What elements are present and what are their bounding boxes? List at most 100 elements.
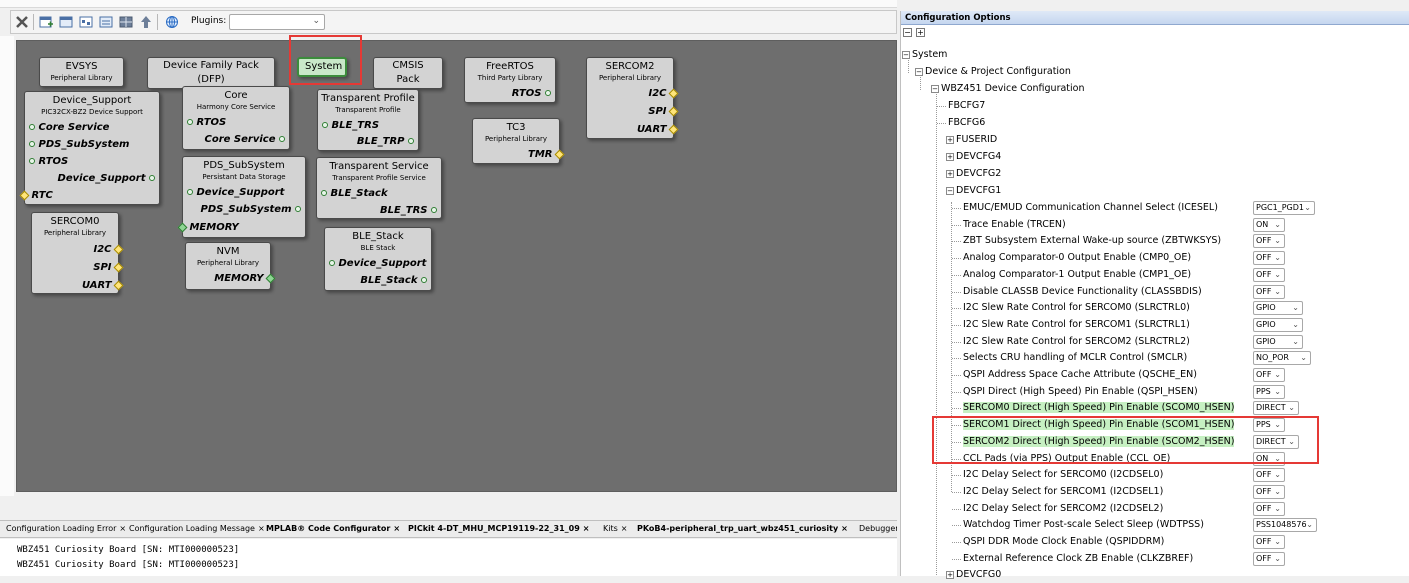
tab-debugger[interactable]: Debugger <box>859 524 897 533</box>
config-option-select[interactable]: DIRECT ⌄ <box>1253 401 1299 416</box>
collapse-icon[interactable]: − <box>915 67 923 76</box>
graph-icon[interactable] <box>77 13 95 31</box>
tree-node-fbcfg6[interactable]: FBCFG6 <box>948 115 985 131</box>
port-tmr[interactable]: TMR <box>528 149 565 161</box>
config-option-select[interactable]: OFF ⌄ <box>1253 251 1285 266</box>
port-uart[interactable]: UART <box>82 280 124 292</box>
node-freertos[interactable]: FreeRTOS Third Party Library RTOS <box>464 57 556 103</box>
port-spi[interactable]: SPI <box>93 262 124 274</box>
node-dfp[interactable]: Device Family Pack (DFP) <box>147 57 275 89</box>
config-option-select[interactable]: OFF ⌄ <box>1253 284 1285 299</box>
tree-node-devcfg4[interactable]: + DEVCFG4 <box>946 149 1001 165</box>
tab-configuration-loading-error[interactable]: Configuration Loading Error × <box>6 524 126 533</box>
port-pds-subsystem[interactable]: PDS_SubSystem <box>29 139 129 151</box>
tree-node-devcfg1[interactable]: − DEVCFG1 <box>946 183 1001 199</box>
tab-pickit4[interactable]: PICkit 4-DT_MHU_MCP19119-22_31_09 × <box>408 524 589 533</box>
port-ble-stack[interactable]: BLE_Stack <box>360 275 427 287</box>
node-nvm[interactable]: NVM Peripheral Library MEMORY <box>185 242 276 290</box>
grid-icon[interactable] <box>117 13 135 31</box>
port-ble-stack[interactable]: BLE_Stack <box>321 188 388 200</box>
port-ble-trp[interactable]: BLE_TRP <box>357 136 414 148</box>
tab-mplab-code-configurator[interactable]: MPLAB® Code Configurator × <box>266 524 400 533</box>
tree-node-wbz451[interactable]: − WBZ451 Device Configuration <box>931 81 1085 97</box>
close-icon[interactable] <box>13 13 31 31</box>
expand-icon[interactable]: + <box>946 152 954 161</box>
tab-pkob4[interactable]: PKoB4-peripheral_trp_uart_wbz451_curiosi… <box>637 524 848 533</box>
close-icon[interactable]: × <box>393 524 400 533</box>
tab-kits[interactable]: Kits × <box>603 524 627 533</box>
config-option-select[interactable]: OFF ⌄ <box>1253 368 1285 382</box>
up-arrow-icon[interactable] <box>137 13 155 31</box>
port-ble-trs[interactable]: BLE_TRS <box>322 120 379 132</box>
globe-icon[interactable] <box>163 13 181 31</box>
port-i2c[interactable]: I2C <box>648 88 679 100</box>
config-option-select[interactable]: OFF ⌄ <box>1253 535 1285 549</box>
config-option-select[interactable]: OFF ⌄ <box>1253 484 1285 499</box>
node-transparent-service[interactable]: Transparent Service Transparent Profile … <box>316 157 442 219</box>
port-device-support[interactable]: Device_Support <box>329 258 426 270</box>
collapse-icon[interactable]: − <box>946 186 954 195</box>
config-option-select[interactable]: OFF ⌄ <box>1253 551 1285 566</box>
tree-node-fuserid[interactable]: + FUSERID <box>946 132 997 148</box>
node-device-support[interactable]: Device_Support PIC32CX-BZ2 Device Suppor… <box>19 91 160 205</box>
node-transparent-profile[interactable]: Transparent Profile Transparent Profile … <box>317 89 419 151</box>
close-icon[interactable]: × <box>119 524 126 533</box>
tree-node-fbcfg7[interactable]: FBCFG7 <box>948 98 985 114</box>
node-tc3[interactable]: TC3 Peripheral Library TMR <box>472 118 565 164</box>
close-icon[interactable]: × <box>258 524 265 533</box>
config-option-select[interactable]: ON ⌄ <box>1253 217 1285 232</box>
component-icon[interactable] <box>57 13 75 31</box>
port-uart[interactable]: UART <box>637 124 679 136</box>
config-option-select[interactable]: OFF ⌄ <box>1253 501 1285 516</box>
config-option-select[interactable]: OFF ⌄ <box>1253 267 1285 282</box>
close-icon[interactable]: × <box>621 524 628 533</box>
node-pds-subsystem[interactable]: PDS_SubSystem Persistant Data Storage De… <box>177 156 306 238</box>
port-i2c[interactable]: I2C <box>93 244 124 256</box>
node-sercom2[interactable]: SERCOM2 Peripheral Library I2C SPI UART <box>586 57 679 139</box>
port-memory[interactable]: MEMORY <box>214 273 276 285</box>
expand-icon[interactable]: + <box>946 169 954 178</box>
config-option-select[interactable]: PPS ⌄ <box>1253 384 1285 399</box>
expand-icon[interactable]: + <box>946 570 954 579</box>
close-icon[interactable]: × <box>841 524 848 533</box>
output-console[interactable]: WBZ451 Curiosity Board [SN: MTI000000523… <box>0 539 897 576</box>
node-ble-stack[interactable]: BLE_Stack BLE Stack Device_Support BLE_S… <box>324 227 432 291</box>
collapse-icon[interactable]: − <box>902 50 910 59</box>
port-rtos[interactable]: RTOS <box>29 156 68 168</box>
port-spi[interactable]: SPI <box>648 106 679 118</box>
tab-configuration-loading-message[interactable]: Configuration Loading Message × <box>129 524 265 533</box>
node-evsys[interactable]: EVSYS Peripheral Library <box>39 57 124 87</box>
close-icon[interactable]: × <box>583 524 590 533</box>
config-option-select[interactable]: OFF ⌄ <box>1253 468 1285 483</box>
expand-icon[interactable]: + <box>946 135 954 144</box>
port-rtc[interactable]: RTC <box>19 190 53 202</box>
port-device-support[interactable]: Device_Support <box>187 187 284 199</box>
tree-node-device-project[interactable]: − Device & Project Configuration <box>915 64 1071 80</box>
port-ble-trs[interactable]: BLE_TRS <box>380 205 437 217</box>
port-core-service[interactable]: Core Service <box>29 122 109 134</box>
tree-node-devcfg2[interactable]: + DEVCFG2 <box>946 166 1001 182</box>
expand-all-button[interactable]: + <box>916 28 925 37</box>
port-rtos[interactable]: RTOS <box>187 117 226 129</box>
node-cmsis-pack[interactable]: CMSIS Pack <box>373 57 443 89</box>
config-option-select[interactable]: GPIO ⌄ <box>1253 334 1303 349</box>
port-pds-subsystem[interactable]: PDS_SubSystem <box>201 204 301 216</box>
port-rtos[interactable]: RTOS <box>512 88 551 100</box>
plugins-select[interactable]: ⌄ <box>229 14 325 30</box>
tree-node-system[interactable]: − System <box>902 47 947 63</box>
tree-node-devcfg0[interactable]: + DEVCFG0 <box>946 567 1001 583</box>
config-option-select[interactable]: PSS1048576 ⌄ <box>1253 518 1317 533</box>
config-option-select[interactable]: GPIO ⌄ <box>1253 301 1303 316</box>
port-memory[interactable]: MEMORY <box>177 222 239 234</box>
config-option-select[interactable]: PGC1_PGD1 ⌄ <box>1253 201 1315 215</box>
config-option-select[interactable]: OFF ⌄ <box>1253 234 1285 249</box>
port-device-support[interactable]: Device_Support <box>58 173 155 185</box>
config-option-select[interactable]: GPIO ⌄ <box>1253 317 1303 332</box>
port-core-service[interactable]: Core Service <box>205 134 285 146</box>
config-option-select[interactable]: NO_POR ⌄ <box>1253 351 1311 366</box>
add-component-icon[interactable] <box>37 13 55 31</box>
node-core[interactable]: Core Harmony Core Service RTOS Core Serv… <box>182 86 290 150</box>
collapse-all-button[interactable]: − <box>903 28 912 37</box>
node-sercom0[interactable]: SERCOM0 Peripheral Library I2C SPI UART <box>31 212 124 294</box>
collapse-icon[interactable]: − <box>931 84 939 93</box>
